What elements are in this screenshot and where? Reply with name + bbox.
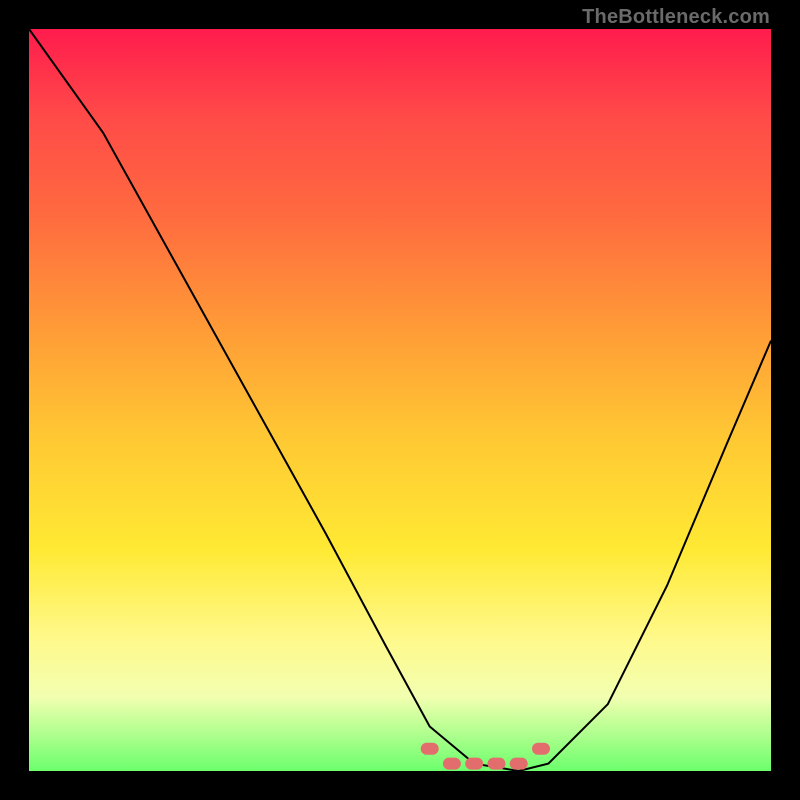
- plot-area: [29, 29, 771, 771]
- marker-dot: [532, 743, 550, 755]
- attribution-text: TheBottleneck.com: [582, 6, 770, 29]
- curve-svg: [29, 29, 771, 771]
- marker-dot: [465, 758, 483, 770]
- marker-dot: [443, 758, 461, 770]
- valley-curve: [29, 29, 771, 771]
- marker-dot: [421, 743, 439, 755]
- marker-dot: [488, 758, 506, 770]
- valley-curve-path: [29, 29, 771, 771]
- chart-container: TheBottleneck.com: [0, 0, 800, 800]
- marker-dot: [510, 758, 528, 770]
